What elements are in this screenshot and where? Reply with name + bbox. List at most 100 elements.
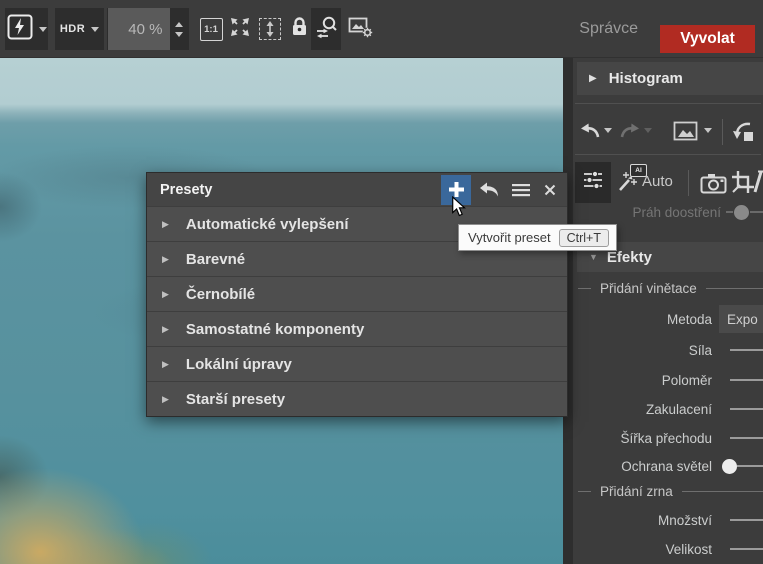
auto-enhance-label[interactable]: Auto [642, 173, 673, 190]
roundness-slider[interactable] [730, 408, 763, 410]
hdr-label: HDR [60, 23, 85, 35]
fit-to-screen-button[interactable] [226, 8, 254, 50]
vignette-group-row: Přidání vinětace [573, 275, 763, 301]
chevron-right-icon: ▶ [162, 289, 169, 300]
crop-tool-button[interactable] [731, 170, 755, 199]
feather-slider[interactable] [730, 437, 763, 439]
chevron-down-icon[interactable]: ▼ [589, 252, 598, 262]
hamburger-menu-icon [512, 183, 530, 197]
radius-label: Poloměr [573, 373, 712, 388]
create-preset-tooltip: Vytvořit preset Ctrl+T [458, 224, 617, 251]
preset-group-local[interactable]: ▶ Lokální úpravy [147, 346, 567, 381]
preview-chevron-icon[interactable] [704, 128, 712, 133]
preset-group-components[interactable]: ▶ Samostatné komponenty [147, 311, 567, 346]
undo-arrow-icon [478, 181, 500, 198]
sharpen-threshold-row: Práh doostření [573, 201, 763, 223]
separator [575, 103, 761, 104]
method-row: Metoda Expo [573, 305, 763, 333]
presets-panel-header: Presety [147, 173, 567, 206]
chevron-down-icon[interactable] [91, 27, 99, 32]
group-rule [682, 491, 763, 492]
straighten-tool-button[interactable] [753, 170, 763, 199]
separator [575, 154, 761, 155]
preset-group-label: Černobílé [186, 286, 255, 303]
histogram-header[interactable]: ▶ Histogram [577, 62, 763, 95]
image-gear-icon [348, 15, 373, 43]
highlight-protection-row: Ochrana světel [573, 453, 763, 479]
preset-group-label: Starší presety [186, 391, 285, 408]
preset-group-label: Samostatné komponenty [186, 321, 364, 338]
feather-slider-row: Šířka přechodu [573, 425, 763, 451]
app-window: HDR 40 % 1:1 [0, 0, 763, 564]
top-toolbar: HDR 40 % 1:1 [0, 0, 763, 58]
amount-label: Množství [573, 513, 712, 528]
spravce-module-link[interactable]: Správce [579, 0, 638, 57]
preset-group-label: Lokální úpravy [186, 356, 292, 373]
zoom-input[interactable]: 40 % [108, 8, 170, 50]
size-slider-row: Velikost [573, 536, 763, 562]
method-label: Metoda [573, 312, 712, 327]
roundness-slider-row: Zakulacení [573, 396, 763, 422]
lock-button[interactable] [288, 8, 310, 50]
preview-image-button[interactable] [673, 121, 698, 146]
adjustments-tool-button[interactable] [575, 162, 611, 203]
fit-height-button[interactable] [256, 8, 284, 50]
close-panel-button[interactable] [539, 175, 561, 205]
highlight-protection-handle[interactable] [722, 459, 737, 474]
strength-slider[interactable] [730, 349, 763, 351]
one-to-one-icon: 1:1 [200, 18, 223, 41]
redo-history-chevron-icon[interactable] [644, 128, 652, 133]
preset-group-legacy[interactable]: ▶ Starší presety [147, 381, 567, 416]
size-slider[interactable] [730, 548, 763, 550]
flash-preset-button[interactable] [5, 8, 48, 50]
method-dropdown[interactable]: Expo [719, 305, 763, 333]
radius-slider-row: Poloměr [573, 367, 763, 393]
undo-button[interactable] [578, 120, 602, 147]
chevron-right-icon[interactable]: ▶ [589, 73, 597, 84]
fit-screen-icon [229, 16, 251, 43]
lock-icon [291, 16, 308, 42]
tooltip-text: Vytvořit preset [468, 230, 551, 245]
grain-group-row: Přidání zrna [573, 478, 763, 504]
panel-menu-button[interactable] [507, 175, 535, 205]
camera-settings-button[interactable] [700, 172, 727, 199]
presets-title: Presety [160, 182, 437, 198]
radius-slider[interactable] [730, 379, 763, 381]
chevron-right-icon: ▶ [162, 219, 169, 230]
group-rule [706, 288, 763, 289]
preview-settings-button[interactable] [346, 8, 374, 50]
develop-sidebar: ▶ Histogram [573, 57, 763, 564]
separator [722, 119, 723, 145]
rotate-canvas-button[interactable] [731, 120, 757, 149]
undo-history-chevron-icon[interactable] [604, 128, 612, 133]
zoom-control: 40 % [107, 8, 189, 50]
hdr-button[interactable]: HDR [55, 8, 104, 50]
step-up-icon[interactable] [175, 22, 183, 27]
zoom-100-button[interactable]: 1:1 [197, 8, 225, 50]
slider-track [726, 211, 733, 213]
step-down-icon[interactable] [175, 32, 183, 37]
zoom-stepper[interactable] [170, 8, 189, 50]
size-label: Velikost [573, 542, 712, 557]
histogram-title: Histogram [609, 70, 683, 87]
strength-label: Síla [573, 343, 712, 358]
flash-icon [7, 14, 33, 45]
roundness-label: Zakulacení [573, 402, 712, 417]
slider-track [750, 211, 763, 213]
compare-view-button[interactable] [311, 8, 341, 50]
vyvolat-button[interactable]: Vyvolat [660, 25, 755, 53]
effects-title: Efekty [607, 249, 652, 266]
fit-height-icon [259, 18, 281, 40]
amount-slider[interactable] [730, 519, 763, 521]
preset-group-bw[interactable]: ▶ Černobílé [147, 276, 567, 311]
redo-button[interactable] [618, 120, 642, 147]
presets-panel: Presety [146, 172, 568, 417]
compare-zoom-icon [314, 15, 339, 44]
chevron-down-icon[interactable] [39, 27, 47, 32]
revert-preset-button[interactable] [475, 175, 503, 205]
slider-handle [734, 205, 749, 220]
mouse-cursor-icon [451, 196, 466, 223]
feather-label: Šířka přechodu [573, 431, 712, 446]
highlight-protection-slider[interactable] [737, 465, 763, 467]
preset-group-label: Barevné [186, 251, 245, 268]
